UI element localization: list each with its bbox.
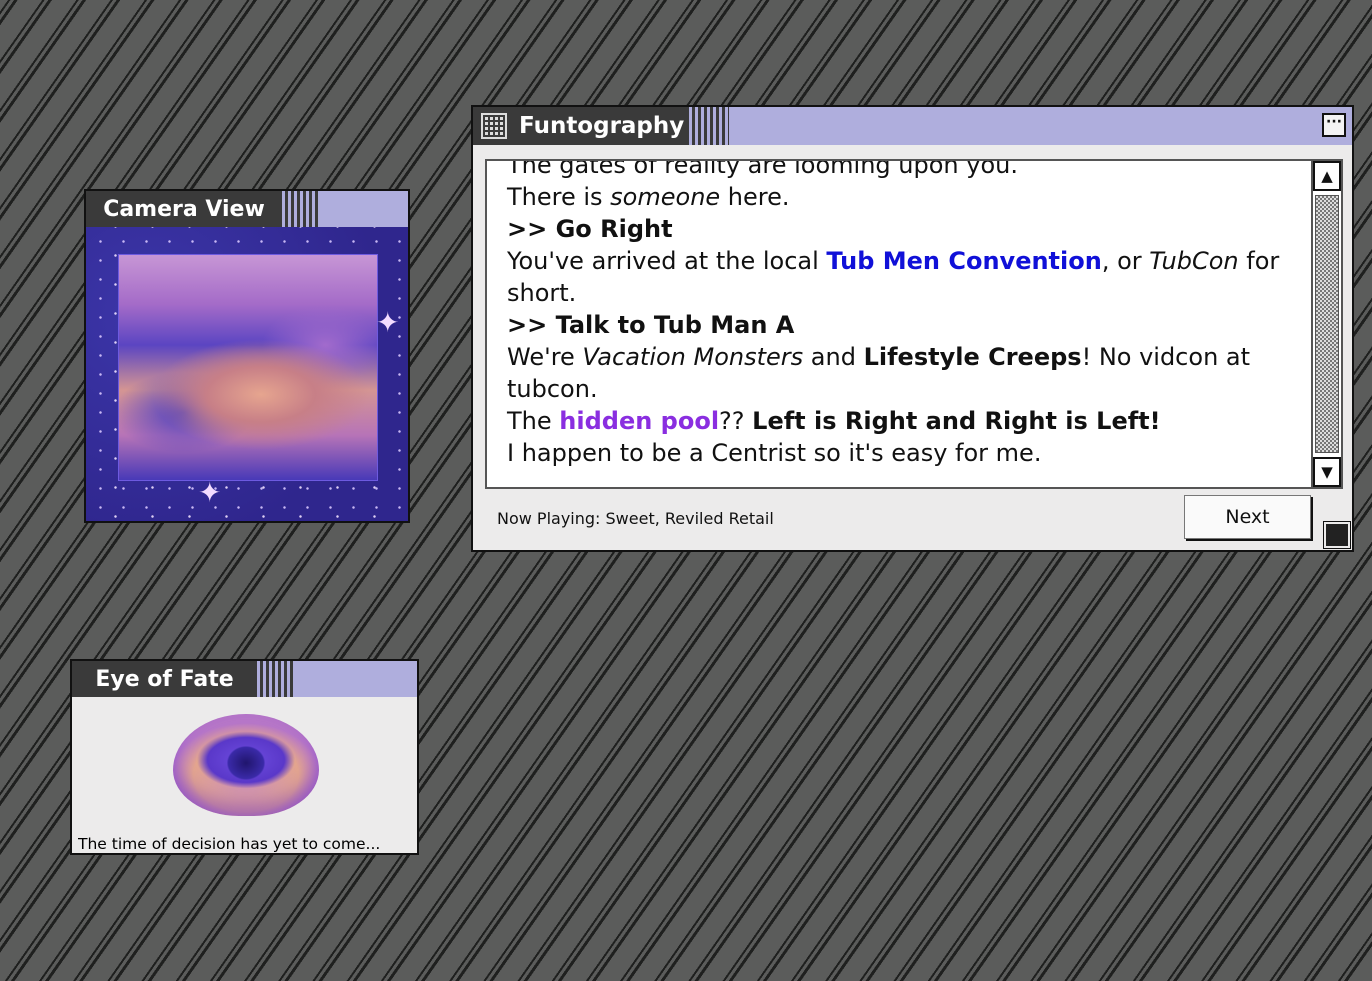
story-text: The gates of reality are looming upon yo… bbox=[507, 159, 1297, 469]
tub-men-convention-link[interactable]: Tub Men Convention bbox=[826, 247, 1101, 275]
window-grid-icon[interactable] bbox=[481, 113, 507, 139]
story-line: The hidden pool?? Left is Right and Righ… bbox=[507, 405, 1297, 437]
scroll-up-arrow-icon: ▲ bbox=[1321, 167, 1333, 185]
resize-grip[interactable] bbox=[1323, 521, 1351, 549]
story-line: There is someone here. bbox=[507, 181, 1297, 213]
story-text-fragment: You've arrived at the local bbox=[507, 247, 827, 275]
story-text-fragment: here. bbox=[720, 183, 790, 211]
story-emphasis: TubCon bbox=[1149, 247, 1239, 275]
story-line: You've arrived at the local Tub Men Conv… bbox=[507, 245, 1297, 309]
story-choice: >> Talk to Tub Man A bbox=[507, 311, 795, 339]
funtography-titlebar[interactable]: Funtography ··· bbox=[473, 107, 1352, 145]
story-line: The gates of reality are looming upon yo… bbox=[507, 159, 1297, 181]
story-text-fragment: , or bbox=[1101, 247, 1150, 275]
sparkle-icon: ✦ bbox=[198, 476, 222, 509]
scroll-up-button[interactable]: ▲ bbox=[1313, 161, 1341, 191]
story-line: We're Vacation Monsters and Lifestyle Cr… bbox=[507, 341, 1297, 405]
now-playing-label: Now Playing: Sweet, Reviled Retail bbox=[497, 509, 774, 528]
funtography-title-area: Funtography bbox=[473, 107, 689, 145]
story-bold-text: Lifestyle Creeps bbox=[863, 343, 1082, 371]
sparkle-icon: ✦ bbox=[376, 306, 400, 339]
story-text-fragment: The gates of reality are looming upon yo… bbox=[507, 159, 1018, 179]
window-menu-button[interactable]: ··· bbox=[1322, 113, 1346, 137]
eye-of-fate-caption: The time of decision has yet to come... bbox=[78, 835, 381, 853]
title-grip-stripes bbox=[257, 661, 295, 697]
camera-view-titlebar[interactable]: Camera View bbox=[86, 191, 408, 227]
story-bold-text: Left is Right and Right is Left! bbox=[752, 407, 1161, 435]
eye-of-fate-title: Eye of Fate bbox=[72, 661, 257, 697]
vertical-scrollbar[interactable]: ▲ ▼ bbox=[1311, 161, 1341, 487]
story-choice: >> Go Right bbox=[507, 215, 673, 243]
story-text-fragment: ?? bbox=[719, 407, 753, 435]
camera-view-window: Camera View ✦ ✦ bbox=[84, 189, 410, 523]
hot-tub-photo bbox=[118, 254, 378, 481]
camera-view-title: Camera View bbox=[86, 191, 282, 227]
story-text-fragment: I happen to be a Centrist so it's easy f… bbox=[507, 439, 1042, 467]
story-text-pane[interactable]: The gates of reality are looming upon yo… bbox=[485, 159, 1343, 489]
scroll-thumb[interactable] bbox=[1315, 195, 1339, 453]
ellipsis-icon: ··· bbox=[1326, 114, 1342, 130]
funtography-title: Funtography bbox=[519, 113, 685, 139]
next-button[interactable]: Next bbox=[1184, 495, 1311, 539]
story-text-fragment: We're bbox=[507, 343, 583, 371]
hidden-pool-link[interactable]: hidden pool bbox=[559, 407, 719, 435]
eye-image bbox=[173, 714, 319, 816]
eye-of-fate-window: Eye of Fate The time of decision has yet… bbox=[70, 659, 419, 855]
story-emphasis: someone bbox=[610, 183, 721, 211]
scroll-down-button[interactable]: ▼ bbox=[1313, 457, 1341, 487]
title-grip-stripes bbox=[282, 191, 320, 227]
story-line: I happen to be a Centrist so it's easy f… bbox=[507, 437, 1297, 469]
camera-feed-image: ✦ ✦ bbox=[86, 227, 408, 521]
title-grip-stripes bbox=[689, 107, 729, 145]
story-text-fragment: The bbox=[507, 407, 560, 435]
story-text-fragment: and bbox=[803, 343, 864, 371]
eye-of-fate-titlebar[interactable]: Eye of Fate bbox=[72, 661, 417, 697]
story-emphasis: Vacation Monsters bbox=[582, 343, 804, 371]
funtography-window: Funtography ··· The gates of reality are… bbox=[471, 105, 1354, 552]
scroll-down-arrow-icon: ▼ bbox=[1321, 463, 1333, 481]
story-text-fragment: There is bbox=[507, 183, 611, 211]
